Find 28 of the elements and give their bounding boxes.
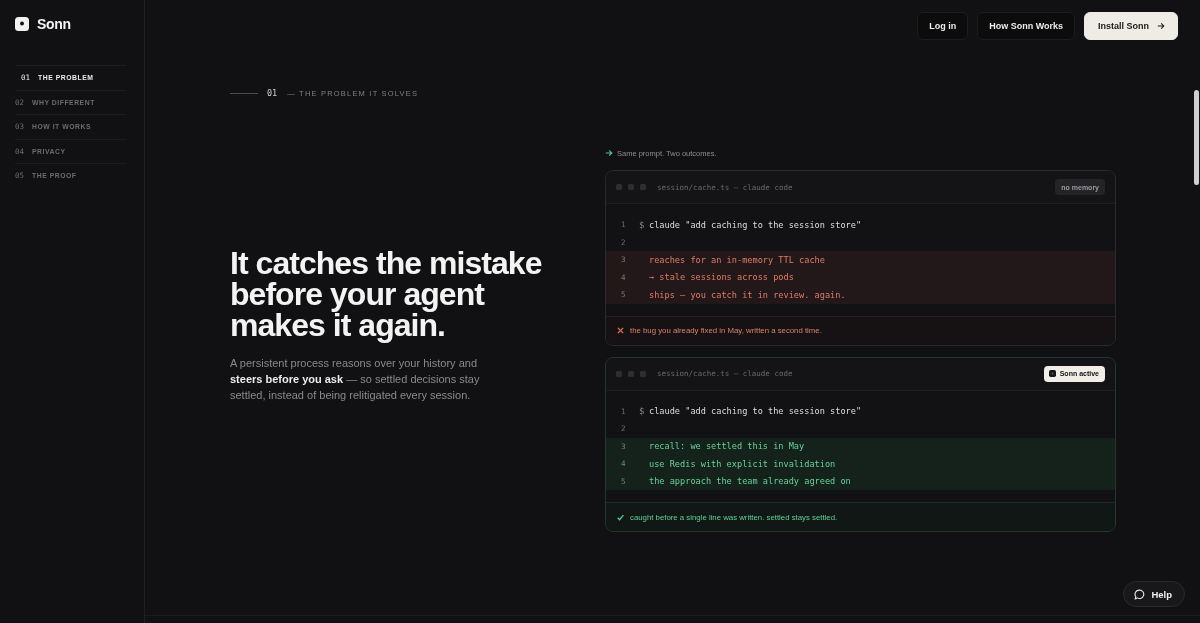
code-text: the approach the team already agreed on [649,476,851,487]
window-dots-icon [616,184,646,190]
code-text: claude "add caching to the session store" [649,219,862,230]
logo-icon [1048,370,1056,377]
chat-bubble-icon [1134,588,1146,600]
code-text: reaches for an in-memory TTL cache [649,254,825,265]
prompt-symbol: $ [639,219,645,230]
nav-button[interactable]: How Sonn Works [977,12,1075,40]
install-button[interactable]: Install Sonn [1084,12,1178,40]
arrow-right-icon [605,149,613,157]
code-text: use Redis with explicit invalidation [649,458,836,469]
scrollbar-thumb[interactable] [1194,90,1199,185]
help-button[interactable]: Help [1123,581,1185,607]
check-icon [617,513,624,521]
prompt-symbol: $ [639,406,645,417]
body-text: A persistent process reasons over your history and steers before you ask — so settled decisions stay settled, instead of being relitigated every session. [230,356,481,403]
headline: It catches the mistake before your agent makes it again. [230,248,543,341]
window-dots-icon [616,370,646,377]
brand-name: Sonn [37,17,71,31]
logo-icon [15,17,29,31]
cross-icon [617,327,624,334]
arrow-right-icon [1157,22,1165,30]
code-text: recall: we settled this in May [649,441,805,452]
code-text: ships — you catch it in review. again. [649,289,846,300]
section-number: 01 [267,88,278,98]
code-text: claude "add caching to the session store" [649,406,862,417]
code-text: → stale sessions across pods [649,272,794,283]
nav-button[interactable]: Log in [917,12,969,40]
